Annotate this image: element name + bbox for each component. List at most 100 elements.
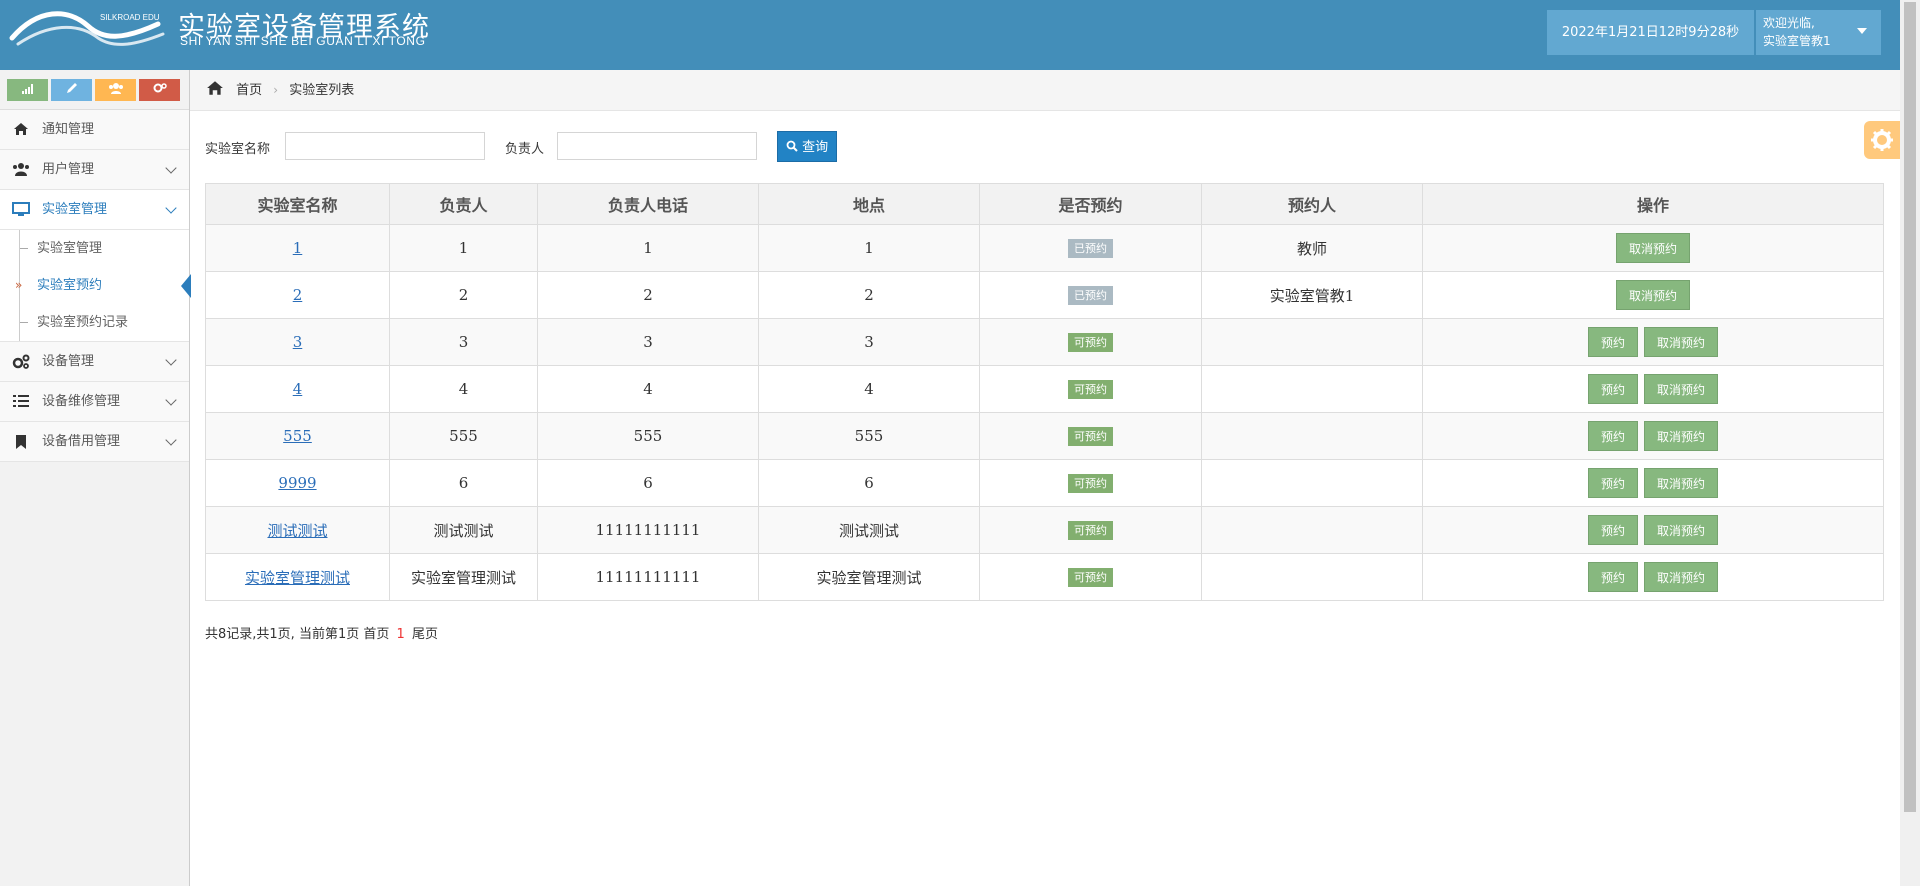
status-cell: 可预约 bbox=[979, 553, 1202, 601]
booker-cell bbox=[1201, 318, 1423, 366]
pagination: 共8记录,共1页, 当前第1页 首页 1 尾页 bbox=[205, 623, 438, 642]
column-header[interactable]: 负责人电话 bbox=[537, 183, 759, 225]
submenu-item-lab-booking[interactable]: » 实验室预约 bbox=[0, 267, 191, 304]
current-datetime: 2022年1月21日12时9分28秒 bbox=[1547, 10, 1754, 55]
sidebar-item-label: 设备借用管理 bbox=[42, 434, 121, 449]
cancel-booking-button[interactable]: 取消预约 bbox=[1644, 562, 1719, 592]
settings-toggle-button[interactable] bbox=[1864, 121, 1900, 159]
sidebar-shortcuts bbox=[0, 70, 189, 110]
owner-input[interactable] bbox=[557, 132, 757, 160]
owner-cell: 实验室管理测试 bbox=[389, 553, 538, 601]
location-cell: 1 bbox=[758, 224, 980, 272]
book-button[interactable]: 预约 bbox=[1587, 421, 1638, 451]
sidebar-item-borrow[interactable]: 设备借用管理 bbox=[0, 422, 189, 462]
column-header[interactable]: 地点 bbox=[758, 183, 980, 225]
cancel-booking-button[interactable]: 取消预约 bbox=[1615, 280, 1690, 310]
chevron-down-icon bbox=[165, 434, 177, 446]
status-cell: 已预约 bbox=[979, 271, 1202, 319]
sidebar-item-users[interactable]: 用户管理 bbox=[0, 150, 189, 190]
submenu-item-booking-records[interactable]: 实验室预约记录 bbox=[0, 304, 189, 341]
phone-cell: 4 bbox=[537, 365, 759, 413]
location-cell: 测试测试 bbox=[758, 506, 980, 554]
lab-name-label: 实验室名称 bbox=[205, 142, 271, 157]
cancel-booking-button[interactable]: 取消预约 bbox=[1644, 468, 1719, 498]
lab-name-link[interactable]: 测试测试 bbox=[267, 522, 327, 540]
status-cell: 已预约 bbox=[979, 224, 1202, 272]
owner-cell: 4 bbox=[389, 365, 538, 413]
chevron-down-icon bbox=[165, 162, 177, 174]
search-button[interactable]: 查询 bbox=[777, 131, 837, 162]
lab-name-link[interactable]: 9999 bbox=[278, 474, 316, 492]
booker-cell bbox=[1201, 459, 1423, 507]
sidebar-item-notice[interactable]: 通知管理 bbox=[0, 110, 189, 150]
home-icon[interactable] bbox=[206, 73, 224, 95]
status-cell: 可预约 bbox=[979, 365, 1202, 413]
book-button[interactable]: 预约 bbox=[1587, 515, 1638, 545]
lab-name-link[interactable]: 3 bbox=[293, 333, 303, 351]
lab-name-link[interactable]: 4 bbox=[293, 380, 303, 398]
status-badge: 可预约 bbox=[1068, 521, 1113, 540]
book-button[interactable]: 预约 bbox=[1587, 374, 1638, 404]
column-header[interactable]: 操作 bbox=[1422, 183, 1884, 225]
lab-name-link[interactable]: 2 bbox=[293, 286, 303, 304]
column-header[interactable]: 是否预约 bbox=[979, 183, 1202, 225]
table-row: 3 3 3 3 可预约 预约 取消预约 bbox=[205, 318, 1884, 366]
lab-name-input[interactable] bbox=[285, 132, 485, 160]
lab-name-cell: 1 bbox=[205, 224, 390, 272]
lab-table: 实验室名称 负责人 负责人电话 地点 是否预约 预约人 操作 1 1 1 1 已… bbox=[205, 183, 1884, 601]
book-button[interactable]: 预约 bbox=[1587, 562, 1638, 592]
sidebar-item-equipment[interactable]: 设备管理 bbox=[0, 342, 189, 382]
phone-cell: 1 bbox=[537, 224, 759, 272]
pencil-icon bbox=[66, 83, 77, 93]
shortcut-group-button[interactable] bbox=[95, 79, 136, 101]
sidebar-item-label: 用户管理 bbox=[42, 162, 95, 177]
brand-logo[interactable]: SILKROAD EDU bbox=[8, 4, 168, 52]
phone-cell: 555 bbox=[537, 412, 759, 460]
cancel-booking-button[interactable]: 取消预约 bbox=[1644, 374, 1719, 404]
cancel-booking-button[interactable]: 取消预约 bbox=[1644, 421, 1719, 451]
actions-cell: 预约 取消预约 bbox=[1422, 365, 1884, 413]
cancel-booking-button[interactable]: 取消预约 bbox=[1644, 327, 1719, 357]
shortcut-signal-button[interactable] bbox=[7, 79, 48, 101]
cogs-icon bbox=[153, 83, 167, 93]
pagination-summary: 共8记录,共1页, 当前第1页 bbox=[205, 627, 360, 642]
book-button[interactable]: 预约 bbox=[1587, 327, 1638, 357]
breadcrumb: 首页 › 实验室列表 bbox=[190, 70, 1900, 111]
current-page[interactable]: 1 bbox=[397, 627, 405, 642]
location-cell: 4 bbox=[758, 365, 980, 413]
owner-cell: 6 bbox=[389, 459, 538, 507]
column-header[interactable]: 负责人 bbox=[389, 183, 538, 225]
booker-cell bbox=[1201, 553, 1423, 601]
lab-name-link[interactable]: 555 bbox=[283, 427, 312, 445]
phone-cell: 11111111111 bbox=[537, 506, 759, 554]
user-menu[interactable]: 欢迎光临, 实验室管教1 bbox=[1756, 10, 1881, 55]
submenu-item-lab-management[interactable]: 实验室管理 bbox=[0, 230, 189, 267]
owner-cell: 1 bbox=[389, 224, 538, 272]
cancel-booking-button[interactable]: 取消预约 bbox=[1615, 233, 1690, 263]
scrollbar-thumb[interactable] bbox=[1904, 2, 1916, 812]
actions-cell: 预约 取消预约 bbox=[1422, 553, 1884, 601]
last-page-link[interactable]: 尾页 bbox=[412, 627, 438, 642]
status-badge: 已预约 bbox=[1068, 286, 1113, 305]
shortcut-cogs-button[interactable] bbox=[139, 79, 180, 101]
lab-name-link[interactable]: 1 bbox=[293, 239, 303, 257]
first-page-link[interactable]: 首页 bbox=[363, 627, 389, 642]
sidebar-item-lab-management[interactable]: 实验室管理 bbox=[0, 190, 189, 230]
status-badge: 可预约 bbox=[1068, 474, 1113, 493]
sidebar-item-label: 实验室管理 bbox=[42, 202, 108, 217]
column-header[interactable]: 预约人 bbox=[1201, 183, 1423, 225]
sidebar-item-repair[interactable]: 设备维修管理 bbox=[0, 382, 189, 422]
double-angle-right-icon: » bbox=[15, 278, 23, 292]
vertical-scrollbar[interactable] bbox=[1900, 0, 1920, 886]
chevron-down-icon bbox=[165, 354, 177, 366]
book-button[interactable]: 预约 bbox=[1587, 468, 1638, 498]
top-navbar: SILKROAD EDU 实验室设备管理系统 SHI YAN SHI SHE B… bbox=[0, 0, 1900, 70]
submenu-tick bbox=[20, 248, 28, 249]
shortcut-pencil-button[interactable] bbox=[51, 79, 92, 101]
column-header[interactable]: 实验室名称 bbox=[205, 183, 390, 225]
actions-cell: 预约 取消预约 bbox=[1422, 459, 1884, 507]
table-row: 4 4 4 4 可预约 预约 取消预约 bbox=[205, 365, 1884, 413]
cancel-booking-button[interactable]: 取消预约 bbox=[1644, 515, 1719, 545]
breadcrumb-home-link[interactable]: 首页 bbox=[236, 83, 262, 98]
lab-name-link[interactable]: 实验室管理测试 bbox=[245, 569, 350, 587]
